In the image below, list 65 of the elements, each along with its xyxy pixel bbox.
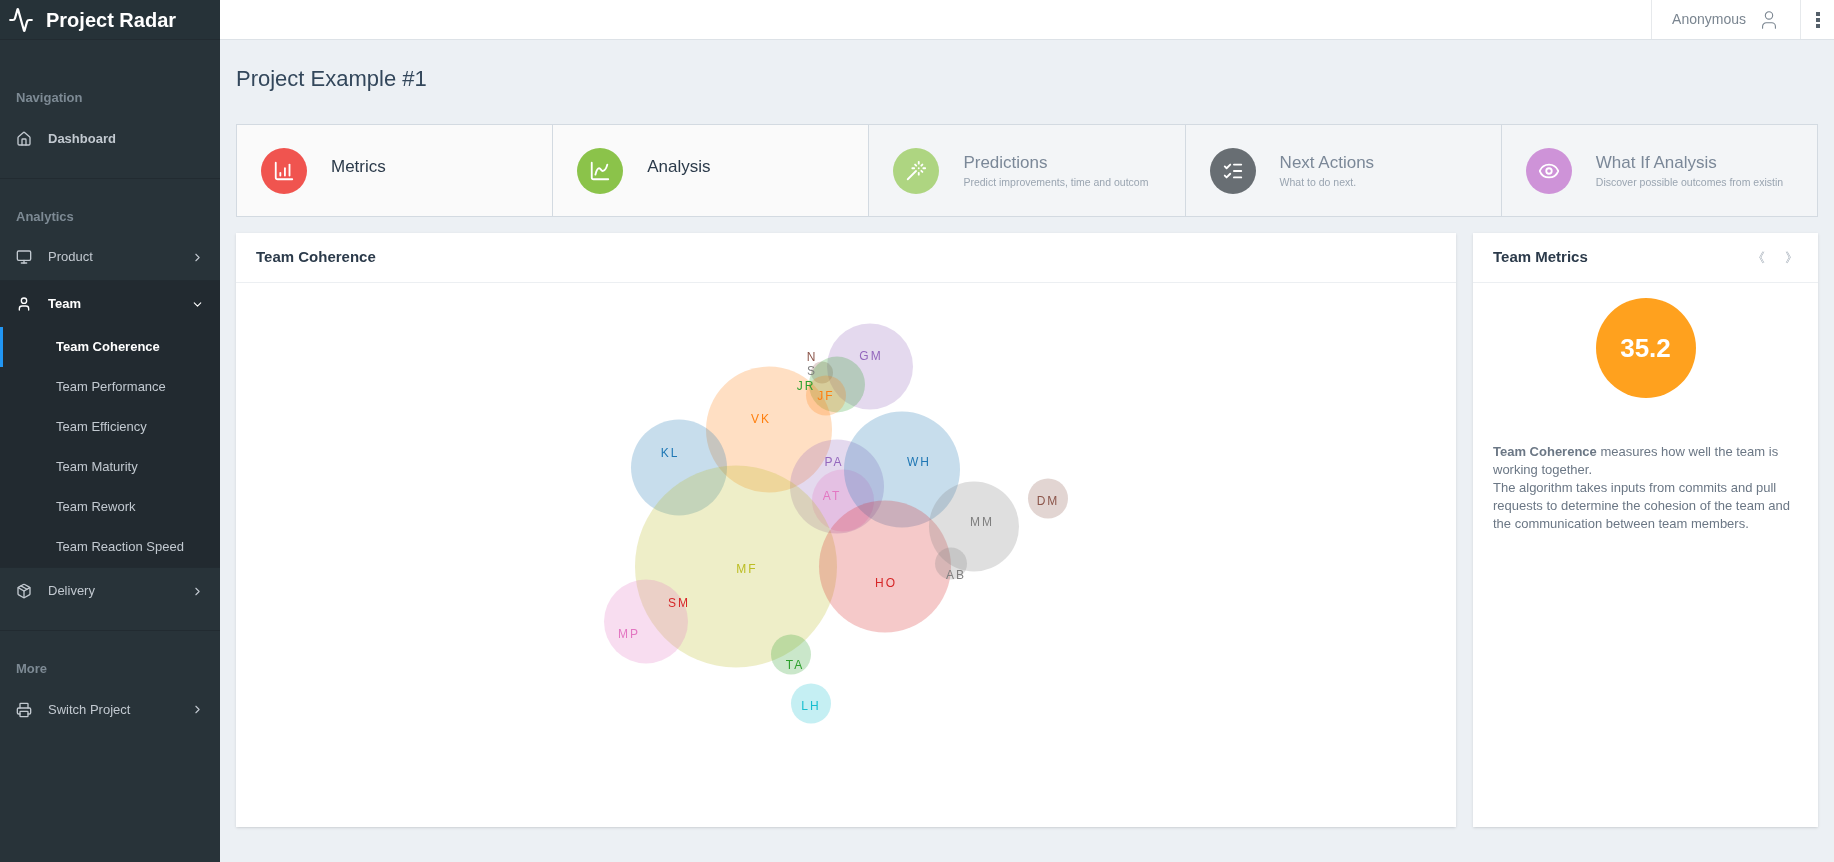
- nav-label: Product: [48, 248, 94, 267]
- user-menu[interactable]: Anonymous: [1651, 0, 1800, 39]
- bubble-label: MP: [618, 626, 640, 641]
- nav-subitem[interactable]: Team Performance: [0, 367, 220, 407]
- nav-label: Delivery: [48, 582, 96, 601]
- nav-subitem[interactable]: Team Reaction Speed: [0, 527, 220, 567]
- box-icon: [16, 583, 32, 599]
- section-heading: Analytics: [15, 207, 75, 226]
- pulse-icon: [8, 6, 34, 33]
- bubble-label: MM: [970, 514, 994, 529]
- feature-card[interactable]: Analysis: [552, 125, 869, 216]
- score-badge: 35.2: [1595, 298, 1696, 398]
- bubble-label: JR: [796, 378, 816, 393]
- bubble-label: DM: [1036, 493, 1060, 508]
- card-title: Predictions: [963, 151, 1049, 174]
- bubble-label: JF: [817, 388, 835, 403]
- card-title: Analysis: [647, 155, 711, 178]
- panel-title: Team Coherence: [256, 247, 376, 268]
- nav-label: Dashboard: [48, 129, 117, 148]
- home-icon: [16, 130, 32, 147]
- card-subtitle: What to do next.: [1279, 175, 1358, 191]
- nav-subitem[interactable]: Team Maturity: [0, 447, 220, 487]
- monitor-icon: [16, 249, 32, 265]
- nav-subitem[interactable]: Team Efficiency: [0, 407, 220, 447]
- nav-group[interactable]: Switch Project: [0, 686, 220, 733]
- nav-subitem[interactable]: Team Rework: [0, 487, 220, 527]
- card-subtitle: Discover possible outcomes from existin: [1595, 175, 1784, 191]
- user-icon: [16, 296, 32, 312]
- bubble-label: AT: [822, 488, 842, 503]
- nav-group[interactable]: Delivery: [0, 568, 220, 614]
- nav-item[interactable]: Dashboard: [0, 115, 220, 162]
- bubble-label: PA: [824, 454, 844, 469]
- nav-label: Switch Project: [48, 700, 132, 719]
- panel-title: Team Metrics: [1493, 247, 1589, 268]
- bubble-label: N: [806, 349, 818, 364]
- bubble-label: VK: [751, 411, 771, 426]
- card-title: What If Analysis: [1595, 151, 1718, 174]
- description-text: Team Coherence measures how well the team is working together.: [1493, 443, 1780, 479]
- bubble-label: KL: [660, 445, 680, 460]
- bubble-label: HO: [875, 575, 897, 590]
- section-heading: More: [15, 660, 49, 678]
- card-subtitle: Predict improvements, time and outcom: [963, 175, 1149, 191]
- bubble-label: TA: [785, 657, 805, 672]
- bubble: [1028, 478, 1068, 519]
- bubble-label: WH: [907, 454, 931, 469]
- bubble-label: MF: [736, 561, 758, 576]
- printer-icon: [16, 701, 32, 718]
- bubble: [791, 683, 831, 724]
- bubble-label: SM: [668, 595, 690, 610]
- page-title: Project Example #1: [236, 64, 428, 93]
- bubble-label: GM: [859, 348, 883, 363]
- bubble-label: S: [807, 363, 817, 378]
- bubble-label: AB: [946, 567, 966, 582]
- feature-card[interactable]: Metrics: [237, 125, 553, 216]
- nav-group[interactable]: Team: [0, 281, 220, 327]
- more-icon: [1815, 11, 1820, 28]
- card-title: Next Actions: [1279, 151, 1375, 174]
- section-heading: Navigation: [15, 89, 84, 107]
- bubble-label: LH: [801, 698, 821, 713]
- description-text: The algorithm takes inputs from commits and pull requests to determine the cohesion of the team and the communication between team members.: [1493, 479, 1792, 533]
- app-title: Project Radar: [46, 7, 177, 33]
- nav-subitem[interactable]: Team Coherence: [0, 327, 220, 367]
- nav-group[interactable]: Product: [0, 234, 220, 280]
- nav-label: Team: [48, 295, 82, 314]
- card-title: Metrics: [331, 155, 386, 178]
